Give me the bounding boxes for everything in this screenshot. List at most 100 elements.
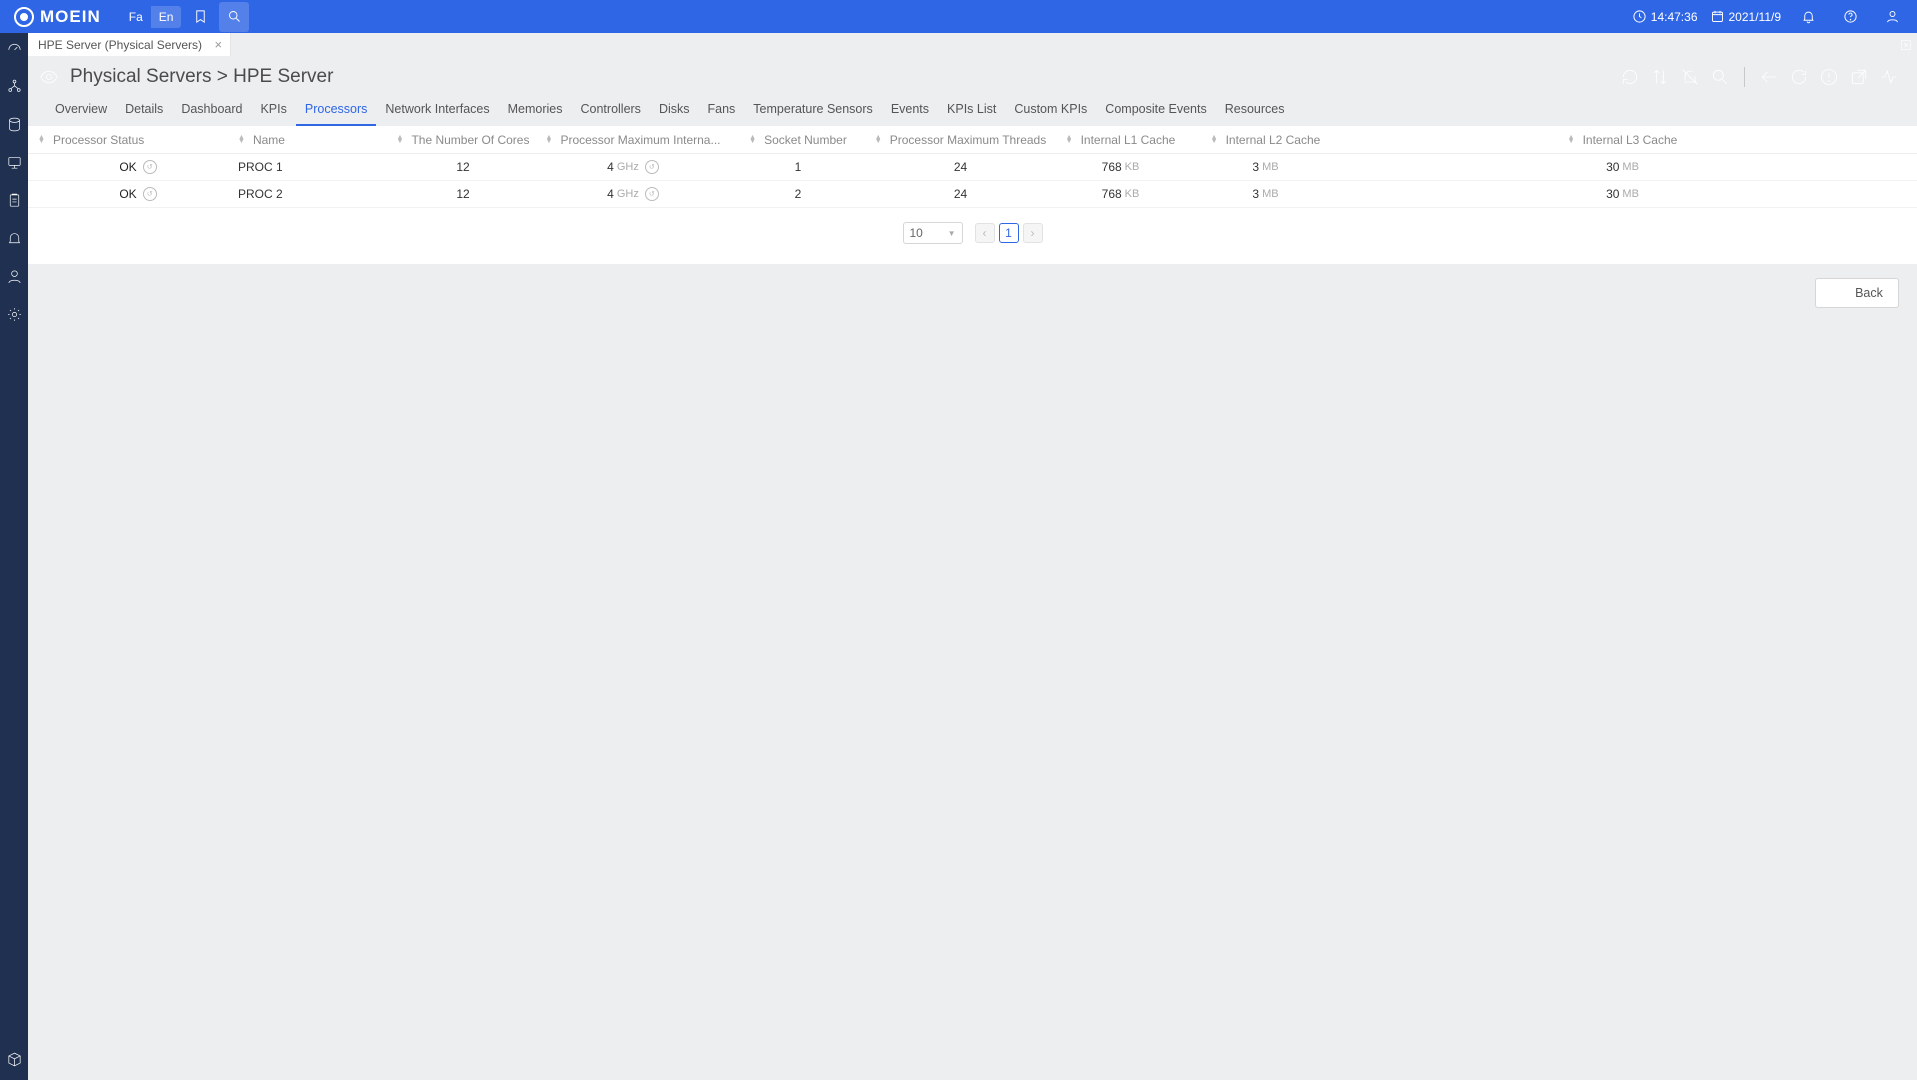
box-icon xyxy=(6,1051,23,1068)
action-refresh[interactable] xyxy=(1620,67,1640,87)
cell-name: PROC 1 xyxy=(238,160,383,174)
page-header: Physical Servers > HPE Server xyxy=(28,56,1917,94)
search-button[interactable] xyxy=(219,2,249,32)
subtab-fans[interactable]: Fans xyxy=(699,94,745,126)
cell-cores: 12 xyxy=(383,160,543,174)
action-reload[interactable] xyxy=(1789,67,1809,87)
help-icon xyxy=(1843,9,1858,24)
sidebar-item-reports[interactable] xyxy=(0,189,28,211)
clipboard-icon xyxy=(6,192,23,209)
col-l3[interactable]: ▲▼Internal L3 Cache xyxy=(1338,133,1907,147)
action-search[interactable] xyxy=(1710,67,1730,87)
action-export[interactable] xyxy=(1849,67,1869,87)
close-all-tabs-button[interactable] xyxy=(1895,33,1917,56)
monitor-icon xyxy=(6,154,23,171)
action-clear[interactable] xyxy=(1680,67,1700,87)
chevron-down-icon: ▼ xyxy=(948,229,956,238)
action-chart[interactable] xyxy=(1879,67,1899,87)
col-l1[interactable]: ▲▼Internal L1 Cache xyxy=(1048,133,1193,147)
close-square-icon xyxy=(1899,38,1913,52)
calendar-icon xyxy=(1710,9,1725,24)
sidebar-item-topology[interactable] xyxy=(0,75,28,97)
subtab-resources[interactable]: Resources xyxy=(1216,94,1294,126)
cell-freq: 4GHz↺ xyxy=(543,187,723,201)
bookmark-icon xyxy=(193,9,208,24)
page-tab[interactable]: HPE Server (Physical Servers) × xyxy=(28,33,231,56)
col-name[interactable]: ▲▼Name xyxy=(238,133,383,147)
subtab-temperature-sensors[interactable]: Temperature Sensors xyxy=(744,94,882,126)
sort-arrows-icon xyxy=(1650,67,1670,87)
sidebar-item-settings[interactable] xyxy=(0,303,28,325)
cell-socket: 1 xyxy=(723,160,873,174)
clock: 14:47:36 xyxy=(1632,9,1698,24)
sidebar-item-inventory[interactable] xyxy=(0,113,28,135)
cell-l2: 3MB xyxy=(1193,187,1338,201)
close-tab-button[interactable]: × xyxy=(214,37,222,52)
col-freq[interactable]: ▲▼Processor Maximum Interna... xyxy=(543,133,723,147)
subtab-network-interfaces[interactable]: Network Interfaces xyxy=(376,94,498,126)
exclaim-icon xyxy=(1819,67,1839,87)
sidebar-item-users[interactable] xyxy=(0,265,28,287)
divider xyxy=(1744,67,1745,87)
subtab-overview[interactable]: Overview xyxy=(46,94,116,126)
pager-next[interactable]: › xyxy=(1023,223,1043,243)
topbar: MOEIN Fa En 14:47:36 2021/11/9 xyxy=(0,0,1917,33)
subtab-disks[interactable]: Disks xyxy=(650,94,699,126)
subtab-controllers[interactable]: Controllers xyxy=(572,94,650,126)
sidebar-item-monitoring[interactable] xyxy=(0,151,28,173)
pager-prev[interactable]: ‹ xyxy=(975,223,995,243)
sidebar-item-dashboard[interactable] xyxy=(0,37,28,59)
cell-status: OK↺ xyxy=(38,160,238,174)
action-swap[interactable] xyxy=(1650,67,1670,87)
action-back[interactable] xyxy=(1759,67,1779,87)
user-menu-button[interactable] xyxy=(1877,2,1907,32)
table-row[interactable]: OK↺PROC 2124GHz↺224768KB3MB30MB xyxy=(28,181,1917,208)
col-cores[interactable]: ▲▼The Number Of Cores xyxy=(383,133,543,147)
subtab-custom-kpis[interactable]: Custom KPIs xyxy=(1005,94,1096,126)
lang-en[interactable]: En xyxy=(151,6,182,28)
cell-socket: 2 xyxy=(723,187,873,201)
subtab-events[interactable]: Events xyxy=(882,94,938,126)
help-button[interactable] xyxy=(1835,2,1865,32)
sidebar xyxy=(0,33,28,1080)
action-alert[interactable] xyxy=(1819,67,1839,87)
sidebar-item-alerts[interactable] xyxy=(0,227,28,249)
col-socket[interactable]: ▲▼Socket Number xyxy=(723,133,873,147)
gauge-icon xyxy=(6,40,23,57)
history-icon[interactable]: ↺ xyxy=(143,160,157,174)
col-threads[interactable]: ▲▼Processor Maximum Threads xyxy=(873,133,1048,147)
database-icon xyxy=(6,116,23,133)
history-icon[interactable]: ↺ xyxy=(143,187,157,201)
table-row[interactable]: OK↺PROC 1124GHz↺124768KB3MB30MB xyxy=(28,154,1917,181)
gear-icon xyxy=(6,306,23,323)
notifications-button[interactable] xyxy=(1793,2,1823,32)
tabbar: HPE Server (Physical Servers) × xyxy=(28,33,1917,56)
subtab-details[interactable]: Details xyxy=(116,94,172,126)
table-header: ▲▼Processor Status ▲▼Name ▲▼The Number O… xyxy=(28,126,1917,154)
cell-status: OK↺ xyxy=(38,187,238,201)
col-l2[interactable]: ▲▼Internal L2 Cache xyxy=(1193,133,1338,147)
subtab-dashboard[interactable]: Dashboard xyxy=(172,94,251,126)
pager-current[interactable]: 1 xyxy=(999,223,1019,243)
bookmark-button[interactable] xyxy=(185,2,215,32)
history-icon[interactable]: ↺ xyxy=(645,187,659,201)
page-size-select[interactable]: 10▼ xyxy=(903,222,963,244)
subtab-memories[interactable]: Memories xyxy=(499,94,572,126)
subtab-composite-events[interactable]: Composite Events xyxy=(1096,94,1215,126)
cell-l3: 30MB xyxy=(1338,187,1907,201)
subtab-kpis-list[interactable]: KPIs List xyxy=(938,94,1005,126)
watch-icon xyxy=(38,67,60,87)
processors-table: ▲▼Processor Status ▲▼Name ▲▼The Number O… xyxy=(28,126,1917,264)
search-icon xyxy=(227,9,242,24)
subtab-processors[interactable]: Processors xyxy=(296,94,377,126)
history-icon[interactable]: ↺ xyxy=(645,160,659,174)
pager: 10▼ ‹ 1 › xyxy=(28,208,1917,264)
col-status[interactable]: ▲▼Processor Status xyxy=(38,133,238,147)
lang-fa[interactable]: Fa xyxy=(121,6,151,28)
cell-cores: 12 xyxy=(383,187,543,201)
back-button[interactable]: Back xyxy=(1815,278,1899,308)
subtab-kpis[interactable]: KPIs xyxy=(251,94,295,126)
sidebar-item-package[interactable] xyxy=(0,1048,28,1070)
arrow-left-icon xyxy=(1831,286,1845,300)
clock-icon xyxy=(1632,9,1647,24)
